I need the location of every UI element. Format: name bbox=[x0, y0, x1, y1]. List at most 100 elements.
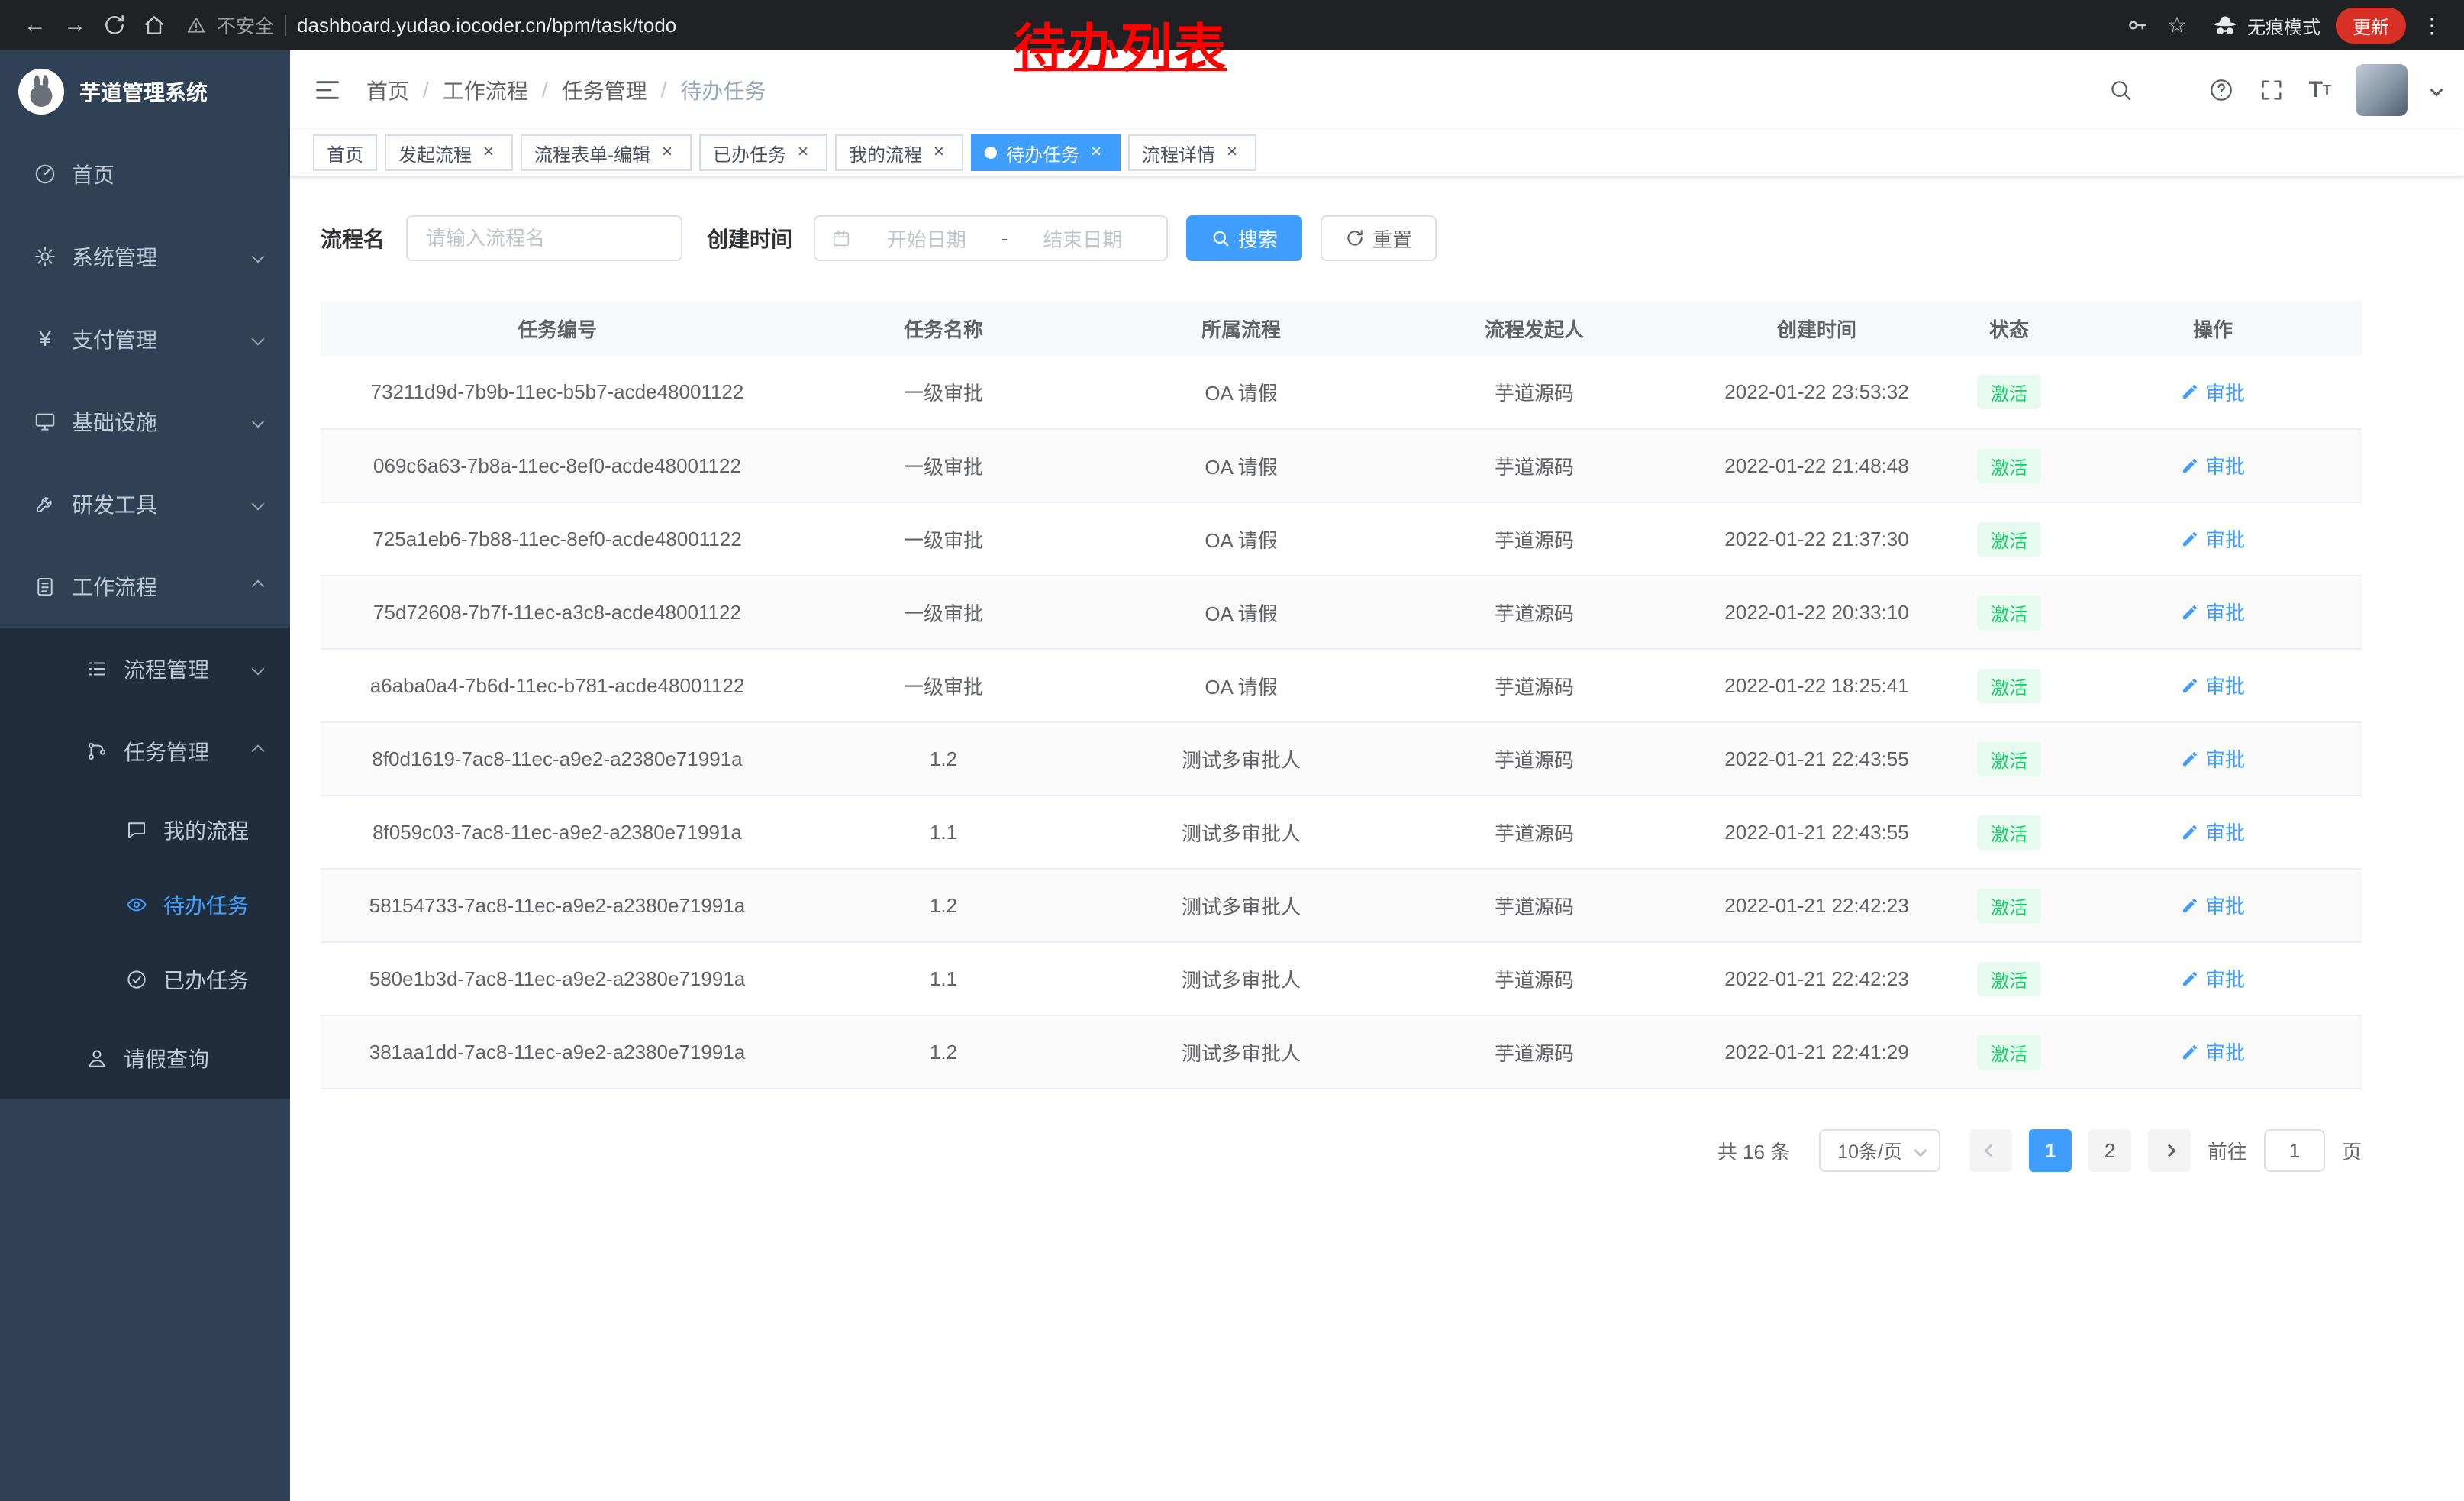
task-initiator-cell: 芋道源码 bbox=[1495, 1042, 1574, 1065]
sidebar-item-task-management[interactable]: 任务管理 bbox=[0, 710, 290, 792]
process-name-input[interactable] bbox=[406, 215, 682, 261]
tab-process-form-edit[interactable]: 流程表单-编辑 bbox=[521, 134, 692, 171]
sidebar-item-todo-tasks[interactable]: 待办任务 bbox=[0, 867, 290, 942]
tab-my-process[interactable]: 我的流程 bbox=[835, 134, 963, 171]
task-name-cell: 一级审批 bbox=[904, 529, 983, 552]
sidebar-item-infrastructure[interactable]: 基础设施 bbox=[0, 380, 290, 463]
status-badge: 激活 bbox=[1977, 889, 2041, 923]
key-icon[interactable] bbox=[2117, 5, 2157, 45]
approve-link[interactable]: 审批 bbox=[2181, 525, 2245, 553]
tab-home[interactable]: 首页 bbox=[313, 134, 377, 171]
home-icon[interactable] bbox=[134, 5, 174, 45]
bookmark-star-icon[interactable]: ☆ bbox=[2157, 5, 2197, 45]
approve-link[interactable]: 审批 bbox=[2181, 451, 2245, 479]
search-icon[interactable] bbox=[2108, 77, 2133, 103]
pagination: 共 16 条 10条/页 1 2 前往 页 bbox=[321, 1129, 2362, 1172]
approve-link[interactable]: 审批 bbox=[2181, 598, 2245, 626]
approve-link[interactable]: 审批 bbox=[2181, 744, 2245, 773]
process-name-label: 流程名 bbox=[321, 223, 385, 253]
page-1-button[interactable]: 1 bbox=[2029, 1129, 2072, 1172]
sidebar-item-done-tasks[interactable]: 已办任务 bbox=[0, 942, 290, 1017]
sidebar-item-workflow[interactable]: 工作流程 bbox=[0, 545, 290, 628]
close-icon[interactable] bbox=[928, 142, 950, 163]
task-create-time-cell: 2022-01-22 21:48:48 bbox=[1724, 454, 1908, 477]
sidebar-item-system[interactable]: 系统管理 bbox=[0, 215, 290, 298]
task-name-cell: 1.2 bbox=[930, 1041, 957, 1064]
col-process: 所属流程 bbox=[1093, 301, 1389, 356]
task-table: 任务编号 任务名称 所属流程 流程发起人 创建时间 状态 操作 73211d9d… bbox=[321, 301, 2362, 1172]
sidebar-item-home[interactable]: 首页 bbox=[0, 133, 290, 215]
github-icon[interactable] bbox=[2158, 77, 2184, 103]
sidebar-item-label: 流程管理 bbox=[124, 654, 209, 684]
page-unit-label: 页 bbox=[2342, 1137, 2362, 1165]
chat-icon bbox=[125, 818, 148, 841]
close-icon[interactable] bbox=[792, 142, 814, 163]
content: 流程名 创建时间 开始日期 - 结束日期 搜索 重 bbox=[290, 176, 2464, 1501]
breadcrumb-item-todo: 待办任务 bbox=[680, 75, 766, 105]
date-range-picker[interactable]: 开始日期 - 结束日期 bbox=[814, 215, 1168, 261]
close-icon[interactable] bbox=[656, 142, 678, 163]
next-page-button[interactable] bbox=[2148, 1129, 2191, 1172]
close-icon[interactable] bbox=[1085, 142, 1107, 163]
sidebar-item-label: 研发工具 bbox=[72, 489, 157, 519]
help-icon[interactable] bbox=[2208, 77, 2234, 103]
approve-link[interactable]: 审批 bbox=[2181, 891, 2245, 919]
tab-process-detail[interactable]: 流程详情 bbox=[1128, 134, 1256, 171]
task-name-cell: 1.1 bbox=[930, 967, 957, 990]
approve-link[interactable]: 审批 bbox=[2181, 671, 2245, 699]
avatar-caret-icon[interactable] bbox=[2430, 84, 2443, 97]
task-initiator-cell: 芋道源码 bbox=[1495, 382, 1574, 405]
page-2-button[interactable]: 2 bbox=[2088, 1129, 2131, 1172]
tab-done-tasks[interactable]: 已办任务 bbox=[699, 134, 827, 171]
sidebar-logo[interactable]: 芋道管理系统 bbox=[0, 50, 290, 133]
task-process-cell: OA 请假 bbox=[1205, 529, 1277, 552]
tab-todo-tasks[interactable]: 待办任务 bbox=[971, 134, 1121, 171]
task-process-cell: 测试多审批人 bbox=[1182, 896, 1301, 918]
fullscreen-icon[interactable] bbox=[2259, 77, 2285, 103]
back-icon[interactable]: ← bbox=[15, 5, 55, 45]
breadcrumb-item-task-management[interactable]: 任务管理 bbox=[562, 75, 647, 105]
close-icon[interactable] bbox=[478, 142, 499, 163]
tab-start-process[interactable]: 发起流程 bbox=[385, 134, 513, 171]
sidebar-item-devtools[interactable]: 研发工具 bbox=[0, 463, 290, 545]
search-button[interactable]: 搜索 bbox=[1186, 215, 1302, 261]
yen-icon: ¥ bbox=[34, 327, 56, 351]
sidebar-item-process-management[interactable]: 流程管理 bbox=[0, 628, 290, 710]
create-time-label: 创建时间 bbox=[707, 223, 792, 253]
task-initiator-cell: 芋道源码 bbox=[1495, 896, 1574, 918]
task-name-cell: 1.2 bbox=[930, 894, 957, 917]
sidebar-item-label: 请假查询 bbox=[124, 1043, 209, 1073]
table-row: 58154733-7ac8-11ec-a9e2-a2380e71991a 1.2… bbox=[321, 869, 2362, 942]
task-initiator-cell: 芋道源码 bbox=[1495, 969, 1574, 992]
breadcrumb-item-home[interactable]: 首页 bbox=[366, 75, 409, 105]
person-icon bbox=[85, 1047, 108, 1070]
approve-link[interactable]: 审批 bbox=[2181, 818, 2245, 846]
refresh-icon bbox=[1345, 228, 1365, 248]
task-initiator-cell: 芋道源码 bbox=[1495, 822, 1574, 845]
task-id-cell: 58154733-7ac8-11ec-a9e2-a2380e71991a bbox=[369, 894, 746, 917]
goto-page-input[interactable] bbox=[2264, 1129, 2325, 1172]
task-create-time-cell: 2022-01-21 22:42:23 bbox=[1724, 894, 1908, 917]
reload-icon[interactable] bbox=[95, 5, 134, 45]
font-size-icon[interactable]: TT bbox=[2309, 79, 2331, 102]
avatar[interactable] bbox=[2356, 64, 2408, 116]
task-create-time-cell: 2022-01-21 22:43:55 bbox=[1724, 747, 1908, 770]
browser-menu-icon[interactable] bbox=[2415, 13, 2449, 38]
address-bar[interactable]: 不安全 dashboard.yudao.iocoder.cn/bpm/task/… bbox=[186, 11, 676, 39]
task-create-time-cell: 2022-01-21 22:42:23 bbox=[1724, 967, 1908, 990]
reset-button[interactable]: 重置 bbox=[1321, 215, 1437, 261]
page-size-select[interactable]: 10条/页 bbox=[1819, 1129, 1940, 1172]
sidebar-item-payment[interactable]: ¥ 支付管理 bbox=[0, 298, 290, 380]
update-button[interactable]: 更新 bbox=[2336, 8, 2406, 44]
sidebar-collapse-button[interactable] bbox=[313, 76, 342, 105]
close-icon[interactable] bbox=[1221, 142, 1243, 163]
sidebar-item-my-process[interactable]: 我的流程 bbox=[0, 792, 290, 867]
chevron-down-icon bbox=[252, 250, 265, 263]
approve-link[interactable]: 审批 bbox=[2181, 1038, 2245, 1066]
approve-link[interactable]: 审批 bbox=[2181, 964, 2245, 993]
forward-icon[interactable]: → bbox=[55, 5, 95, 45]
sidebar-item-leave-query[interactable]: 请假查询 bbox=[0, 1017, 290, 1099]
approve-link[interactable]: 审批 bbox=[2181, 378, 2245, 406]
prev-page-button[interactable] bbox=[1969, 1129, 2012, 1172]
breadcrumb-item-workflow[interactable]: 工作流程 bbox=[443, 75, 528, 105]
